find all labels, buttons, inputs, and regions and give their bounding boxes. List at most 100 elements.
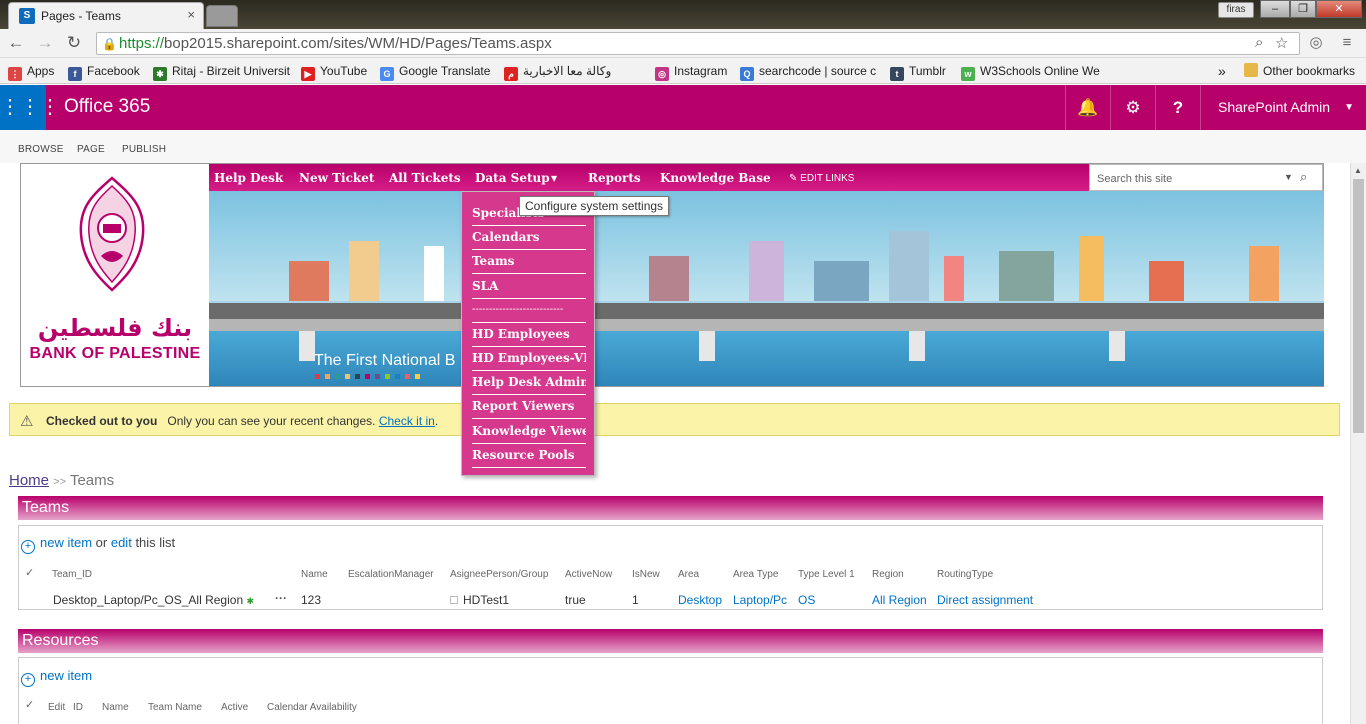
col-area[interactable]: Area	[678, 569, 699, 580]
check-in-link[interactable]: Check it in	[379, 414, 435, 428]
col-name[interactable]: Name	[102, 702, 129, 713]
nav-data-setup[interactable]: Data Setup	[475, 171, 550, 185]
close-window-button[interactable]: ✕	[1316, 0, 1362, 18]
tab-close-icon[interactable]: ×	[187, 7, 195, 22]
menu-item-help-desk-admin[interactable]: Help Desk Admin	[472, 371, 586, 395]
menu-item-report-viewers[interactable]: Report Viewers	[472, 395, 586, 419]
zoom-icon[interactable]: ⌕	[1255, 34, 1263, 51]
menu-icon[interactable]: ≡	[1336, 32, 1358, 54]
col-routing-type[interactable]: RoutingType	[937, 569, 993, 580]
user-menu[interactable]: SharePoint Admin ▼	[1200, 85, 1366, 130]
menu-item-sla[interactable]: SLA	[472, 275, 586, 299]
cell-area-link[interactable]: Desktop	[678, 593, 722, 607]
browser-tab[interactable]: S Pages - Teams ×	[8, 2, 204, 29]
settings-gear-icon[interactable]: ⚙	[1110, 85, 1155, 130]
new-tab-button[interactable]	[206, 5, 238, 27]
select-all-checkmark-icon[interactable]: ✓	[25, 566, 34, 579]
data-setup-chevron-icon[interactable]: ▼	[551, 173, 557, 183]
breadcrumb-home[interactable]: Home	[9, 472, 49, 489]
extension-icon[interactable]: ◎	[1305, 32, 1327, 54]
teams-section-title[interactable]: Teams	[18, 496, 1323, 520]
cell-routing-link[interactable]: Direct assignment	[937, 593, 1033, 607]
col-escalation-manager[interactable]: EscalationManager	[348, 569, 434, 580]
new-resource-item-button[interactable]: + new item	[21, 668, 92, 687]
url-field[interactable]: 🔒 https://bop2015.sharepoint.com/sites/W…	[96, 32, 1300, 55]
col-active[interactable]: Active	[221, 702, 248, 713]
col-assignee[interactable]: AsigneePerson/Group	[450, 569, 548, 580]
bookmark-star-icon[interactable]: ☆	[1275, 34, 1288, 52]
menu-item-knowledge-viewers[interactable]: Knowledge Viewers	[472, 420, 586, 444]
bookmark-facebook[interactable]: f Facebook	[68, 62, 140, 81]
forward-icon[interactable]: →	[35, 33, 55, 53]
edit-links[interactable]: ✎ EDIT LINKS	[789, 173, 854, 184]
page-scrollbar[interactable]: ▲	[1350, 163, 1366, 724]
menu-item-hd-employees-vip[interactable]: HD Employees-VIP	[472, 347, 586, 371]
nav-knowledge-base[interactable]: Knowledge Base	[660, 171, 771, 185]
tab-publish[interactable]: PUBLISH	[122, 144, 166, 155]
profile-button[interactable]: firas	[1218, 2, 1254, 18]
tab-browse[interactable]: BROWSE	[18, 144, 64, 155]
col-name[interactable]: Name	[301, 569, 328, 580]
nav-new-ticket[interactable]: New Ticket	[299, 171, 374, 185]
col-region[interactable]: Region	[872, 569, 904, 580]
menu-item-calendars[interactable]: Calendars	[472, 226, 586, 250]
bookmark-searchcode[interactable]: Qsearchcode | source c	[740, 62, 876, 81]
scroll-up-icon[interactable]: ▲	[1354, 166, 1362, 175]
bookmark-google-translate[interactable]: G Google Translate	[380, 62, 490, 81]
search-scope-chevron-icon[interactable]: ▼	[1284, 172, 1293, 182]
cell-area-type-link[interactable]: Laptop/Pc	[733, 593, 787, 607]
nav-reports[interactable]: Reports	[588, 171, 641, 185]
presence-icon	[450, 596, 458, 604]
bookmark-youtube[interactable]: ▶ YouTube	[301, 62, 367, 81]
col-edit[interactable]: Edit	[48, 702, 65, 713]
menu-item-resource-pools[interactable]: Resource Pools	[472, 444, 586, 468]
bookmarks-bar: ⋮ Apps f Facebook ✱ Ritaj - Birzeit Univers…	[0, 58, 1366, 84]
bookmark-instagram[interactable]: ◎ Instagram	[655, 62, 727, 81]
edit-teams-list-link[interactable]: edit	[111, 535, 132, 550]
bookmark-ritaj[interactable]: ✱ Ritaj - Birzeit Universit	[153, 62, 290, 81]
scrollbar-thumb[interactable]	[1353, 179, 1364, 433]
tab-title: Pages - Teams	[41, 9, 121, 23]
tab-page[interactable]: PAGE	[77, 144, 105, 155]
resources-section-title[interactable]: Resources	[18, 629, 1323, 653]
cell-team-id[interactable]: Desktop_Laptop/Pc_OS_All Region ✱	[53, 593, 254, 607]
reload-icon[interactable]: ↻	[64, 33, 84, 53]
col-area-type[interactable]: Area Type	[733, 569, 778, 580]
other-bookmarks[interactable]: Other bookmarks	[1244, 62, 1355, 80]
col-calendar-availability[interactable]: Calendar Availability	[267, 702, 357, 713]
col-active-now[interactable]: ActiveNow	[565, 569, 612, 580]
bookmark-maan[interactable]: م وكالة معا الاخبارية	[504, 62, 611, 81]
nav-help-desk[interactable]: Help Desk	[214, 171, 283, 185]
item-menu-icon[interactable]: ···	[275, 591, 287, 605]
search-icon[interactable]: ⌕	[1300, 169, 1307, 185]
site-logo[interactable]: بنك فلسطين BANK OF PALESTINE	[21, 164, 209, 386]
col-id[interactable]: ID	[73, 702, 83, 713]
select-all-checkmark-icon[interactable]: ✓	[25, 698, 34, 711]
instagram-icon: ◎	[655, 67, 669, 81]
bookmark-apps[interactable]: ⋮ Apps	[8, 62, 54, 81]
office-365-brand[interactable]: Office 365	[64, 96, 150, 118]
bookmarks-overflow[interactable]: »	[1218, 62, 1226, 80]
new-teams-item-button[interactable]: + new item	[21, 535, 92, 554]
search-box[interactable]: Search this site ▼ ⌕	[1089, 164, 1323, 191]
cell-type-level-link[interactable]: OS	[798, 593, 815, 607]
col-is-new[interactable]: IsNew	[632, 569, 660, 580]
warning-icon: ⚠	[20, 413, 34, 430]
bookmark-w3schools[interactable]: w W3Schools Online We	[961, 62, 1100, 81]
cell-region-link[interactable]: All Region	[872, 593, 927, 607]
col-team-name[interactable]: Team Name	[148, 702, 202, 713]
col-type-level-1[interactable]: Type Level 1	[798, 569, 855, 580]
notification-bell-icon[interactable]: 🔔	[1065, 85, 1110, 130]
bookmark-tumblr[interactable]: t Tumblr	[890, 62, 946, 81]
app-launcher-icon[interactable]: ⋮⋮⋮	[0, 85, 60, 130]
nav-all-tickets[interactable]: All Tickets	[389, 171, 461, 185]
minimize-button[interactable]: –	[1260, 0, 1290, 18]
search-input[interactable]: Search this site	[1097, 173, 1172, 185]
chevron-down-icon: ▼	[1344, 102, 1354, 113]
help-icon[interactable]: ?	[1155, 85, 1200, 130]
maximize-button[interactable]: ❐	[1290, 0, 1316, 18]
back-icon[interactable]: ←	[6, 33, 26, 53]
col-team-id[interactable]: Team_ID	[52, 569, 92, 580]
menu-item-hd-employees[interactable]: HD Employees	[472, 323, 586, 347]
menu-item-teams[interactable]: Teams	[472, 250, 586, 274]
